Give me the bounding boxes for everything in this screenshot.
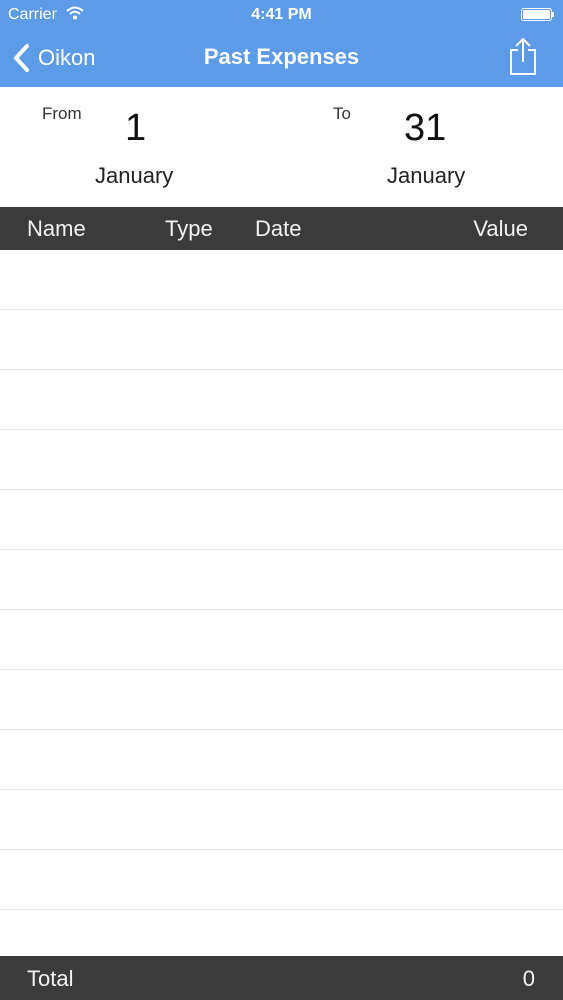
status-bar: Carrier 4:41 PM [0,0,563,30]
table-row [0,310,563,370]
table-row [0,730,563,790]
table-row [0,490,563,550]
total-bar: Total 0 [0,956,563,1000]
expense-list[interactable] [0,250,563,956]
from-month[interactable]: January [95,163,173,189]
table-row [0,790,563,850]
status-time: 4:41 PM [251,6,312,23]
table-row [0,430,563,490]
share-icon [510,37,536,75]
from-label: From [42,104,82,123]
table-row [0,550,563,610]
date-range-picker: From 1 January To 31 January [0,87,563,207]
page-title: Past Expenses [203,44,360,69]
total-label: Total [27,966,74,991]
to-month[interactable]: January [387,163,465,189]
navigation-bar: Oikon Past Expenses [0,30,563,87]
table-header: Name Type Date Value [0,207,563,250]
table-row [0,850,563,910]
top-bar: Carrier 4:41 PM Oikon Past Expenses [0,0,563,87]
table-row [0,670,563,730]
table-row [0,610,563,670]
to-label: To [333,104,351,123]
battery-icon [521,8,554,21]
from-day[interactable]: 1 [125,107,146,150]
column-header-type: Type [165,216,213,241]
column-header-date: Date [255,216,302,241]
table-row [0,250,563,310]
to-day[interactable]: 31 [404,107,446,150]
column-header-name: Name [27,216,86,241]
share-button[interactable] [507,36,539,76]
total-value: 0 [522,966,535,991]
table-row [0,370,563,430]
column-header-value: Value [473,216,528,241]
